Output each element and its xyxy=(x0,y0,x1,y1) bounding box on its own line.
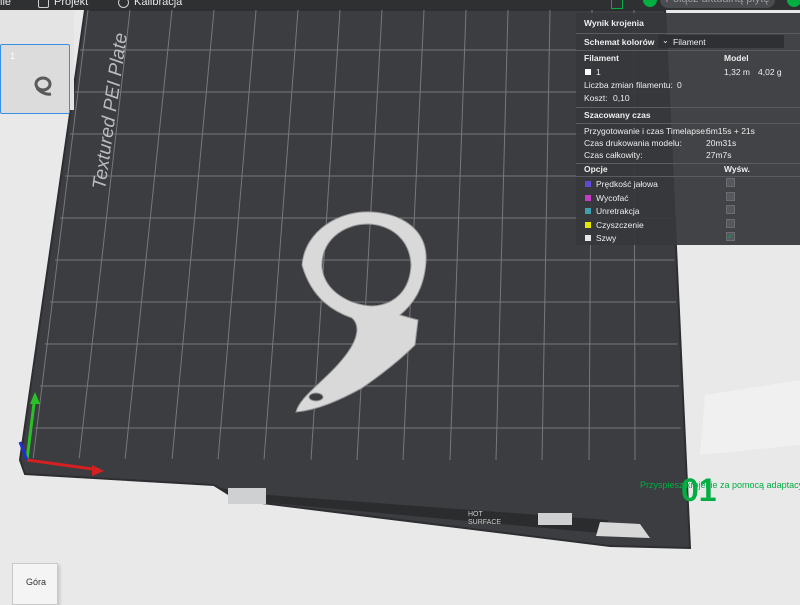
cost-label: Koszt: xyxy=(584,93,608,103)
filament-column-header: Filament xyxy=(584,53,619,63)
model-thumbnail-icon xyxy=(34,76,52,96)
wipe-color-swatch xyxy=(585,222,591,228)
model-time-value: 20m31s xyxy=(706,138,737,148)
chevron-down-icon: ⌄ xyxy=(662,36,669,45)
hot-surface-line2: SURFACE xyxy=(468,519,501,526)
plate-list-panel: 1 xyxy=(0,10,74,114)
display-header: Wyśw. xyxy=(724,164,750,174)
option-label-retract: Wycofać xyxy=(596,193,629,203)
filament-weight: 4,02 g xyxy=(758,67,782,77)
plate-big-number: 01 xyxy=(681,472,717,508)
prep-time-label: Przygotowanie i czas Timelapse: xyxy=(584,126,708,136)
results-title: Wynik krojenia xyxy=(584,18,644,28)
option-label-unretract: Unretrakcja xyxy=(596,206,640,216)
travel-visibility-checkbox[interactable] xyxy=(726,178,735,187)
unretract-color-swatch xyxy=(585,208,591,214)
travel-color-swatch xyxy=(585,181,591,187)
adaptive-slicing-tip[interactable]: Przyspiesz krojenie za pomocą adaptacyjn… xyxy=(640,480,800,490)
plate-logo-icon xyxy=(228,488,266,504)
prep-time-value: 6m15s + 21s xyxy=(706,126,755,136)
color-scheme-label: Schemat kolorów xyxy=(584,37,655,47)
options-header: Opcje xyxy=(584,164,608,174)
seams-visibility-checkbox[interactable]: ✓ xyxy=(726,232,735,241)
option-label-seams: Szwy xyxy=(596,233,617,243)
color-scheme-value: Filament xyxy=(673,37,706,47)
filament-index: 1 xyxy=(596,67,601,77)
plate-thumbnail[interactable]: 1 xyxy=(0,44,70,114)
option-label-travel: Prędkość jałowa xyxy=(596,179,658,189)
seams-color-swatch xyxy=(585,235,591,241)
estimated-time-header: Szacowany czas xyxy=(584,110,651,120)
wipe-visibility-checkbox[interactable] xyxy=(726,219,735,228)
filament-changes-label: Liczba zmian filamentu: xyxy=(584,80,673,90)
cost-value: 0,10 xyxy=(613,93,630,103)
option-label-wipe: Czyszczenie xyxy=(596,220,644,230)
model-column-header: Model xyxy=(724,53,749,63)
filament-color-swatch xyxy=(585,69,591,75)
filament-length: 1,32 m xyxy=(724,67,750,77)
hot-surface-line1: HOT xyxy=(468,511,484,518)
plate-marks-icon xyxy=(538,513,572,525)
filament-changes-value: 0 xyxy=(677,80,682,90)
unretract-visibility-checkbox[interactable] xyxy=(726,205,735,214)
view-cube-label: Góra xyxy=(26,577,47,587)
view-cube[interactable]: Góra xyxy=(12,563,58,605)
retract-color-swatch xyxy=(585,195,591,201)
retract-visibility-checkbox[interactable] xyxy=(726,192,735,201)
model-time-label: Czas drukowania modelu: xyxy=(584,138,682,148)
total-time-value: 27m7s xyxy=(706,150,732,160)
color-scheme-select[interactable]: ⌄ Filament xyxy=(658,35,784,48)
total-time-label: Czas całkowity: xyxy=(584,150,643,160)
slice-results-panel: Wynik krojenia Schemat kolorów ⌄ Filamen… xyxy=(576,13,800,245)
